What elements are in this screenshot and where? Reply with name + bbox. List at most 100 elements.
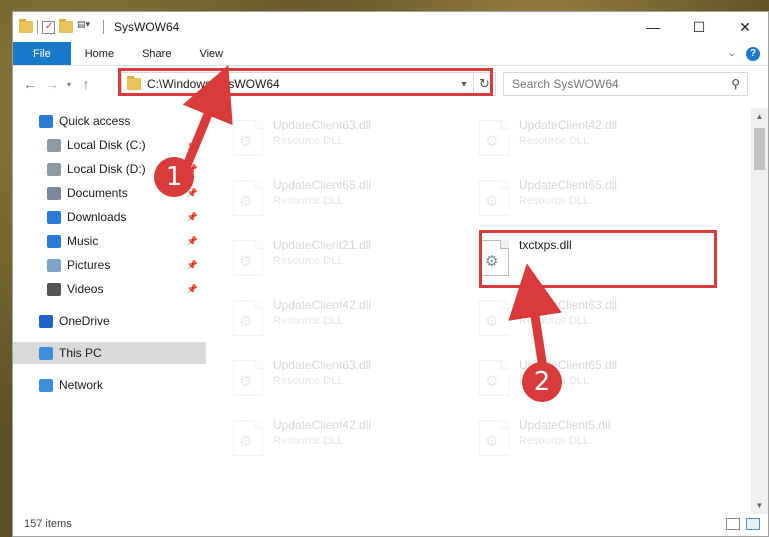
scroll-thumb[interactable]	[754, 128, 765, 170]
file-text: UpdateClient65.dll Resource DLL	[519, 174, 617, 207]
sidebar-item-label: Local Disk (C:)	[67, 138, 146, 152]
file-item[interactable]: ⚙ UpdateClient42.dll Resource DLL	[213, 294, 453, 348]
pin-icon[interactable]: 📌	[187, 260, 198, 271]
sidebar-item-network[interactable]: Network	[13, 374, 206, 396]
file-type: Resource DLL	[519, 435, 590, 447]
window-controls: — ☐ ✕	[630, 12, 768, 42]
sidebar-item-quick-access[interactable]: Quick access	[13, 110, 206, 132]
chevron-down-icon[interactable]: ▾	[455, 79, 473, 90]
gear-icon: ⚙	[239, 193, 253, 210]
tab-home[interactable]: Home	[71, 42, 128, 65]
pin-icon[interactable]: 📌	[187, 236, 198, 247]
sidebar-item-label: Music	[67, 234, 99, 248]
file-item[interactable]: ⚙ UpdateClient21.dll Resource DLL	[213, 234, 453, 288]
sidebar-item-this-pc[interactable]: This PC	[13, 342, 206, 364]
file-item[interactable]: ⚙UpdateClient65.dllResource DLL	[213, 174, 453, 228]
scroll-up-icon[interactable]: ▲	[751, 108, 768, 125]
sidebar-item-local-disk-c[interactable]: Local Disk (C:) 📌	[13, 134, 206, 156]
maximize-button[interactable]: ☐	[676, 12, 722, 42]
new-folder-icon[interactable]	[59, 19, 73, 33]
dll-file-icon: ⚙	[479, 420, 509, 456]
dll-file-icon: ⚙	[233, 360, 263, 396]
pin-icon[interactable]: 📌	[187, 284, 198, 295]
gear-icon: ⚙	[239, 133, 253, 150]
sidebar-item-label: Videos	[67, 282, 104, 296]
sidebar-item-music[interactable]: Music 📌	[13, 230, 206, 252]
item-count: 157 items	[24, 518, 72, 530]
sidebar-item-pictures[interactable]: Pictures 📌	[13, 254, 206, 276]
properties-icon[interactable]: ✓	[42, 20, 55, 34]
sidebar-item-onedrive[interactable]: OneDrive	[13, 310, 206, 332]
vertical-scrollbar[interactable]: ▲ ▼	[751, 108, 768, 514]
explorer-window: ✓ ▤▾ SysWOW64 — ☐ ✕ File Home Share View…	[12, 11, 769, 537]
gear-icon: ⚙	[485, 373, 499, 390]
tab-share[interactable]: Share	[128, 42, 185, 65]
file-item[interactable]: ⚙ UpdateClient5.dll Resource DLL	[459, 414, 699, 468]
gear-icon: ⚙	[239, 313, 253, 330]
file-name: UpdateClient42.dll	[273, 298, 372, 312]
file-text: UpdateClient63.dll Resource DLL	[273, 114, 371, 147]
tab-view[interactable]: View	[185, 42, 237, 65]
file-text: UpdateClient5.dll Resource DLL	[519, 414, 610, 447]
minimize-button[interactable]: —	[630, 12, 676, 42]
file-type: Resource DLL	[519, 135, 590, 147]
customize-qat-icon[interactable]: ▤▾	[77, 19, 95, 35]
sidebar-item-downloads[interactable]: Downloads 📌	[13, 206, 206, 228]
dll-file-icon: ⚙	[479, 120, 509, 156]
folder-icon[interactable]	[19, 19, 33, 33]
file-name: UpdateClient42.dll	[519, 118, 618, 132]
dll-file-icon: ⚙	[233, 180, 263, 216]
file-item[interactable]: ⚙ UpdateClient63.dll Resource DLL	[213, 354, 453, 408]
file-name: UpdateClient5.dll	[519, 418, 611, 432]
help-icon[interactable]: ?	[746, 46, 760, 61]
file-text: UpdateClient21.dll Resource DLL	[273, 234, 371, 267]
pin-icon[interactable]: 📌	[187, 212, 198, 223]
file-item[interactable]: ⚙ UpdateClient63.dll Resource DLL	[213, 114, 453, 168]
file-type: Resource DLL	[273, 135, 344, 147]
details-view-icon[interactable]	[726, 518, 740, 530]
dll-file-icon: ⚙	[479, 300, 509, 336]
file-type: Resource DLL	[273, 255, 344, 267]
file-name: UpdateClient21.dll	[273, 238, 372, 252]
address-bar[interactable]: C:\Windows\SysWOW64 ▾ ↻	[121, 72, 496, 96]
gear-icon: ⚙	[485, 193, 499, 210]
file-item[interactable]: ⚙UpdateClient65.dllResource DLL	[459, 354, 699, 408]
tab-file[interactable]: File	[13, 42, 71, 65]
refresh-icon[interactable]: ↻	[473, 73, 495, 95]
recent-locations-icon[interactable]: ▾	[63, 80, 75, 89]
separator	[37, 20, 38, 34]
file-list: ⚙ UpdateClient63.dll Resource DLL ⚙ UpdateCl…	[213, 108, 743, 508]
computer-icon	[39, 346, 53, 360]
sidebar-item-label: Pictures	[67, 258, 111, 272]
file-item[interactable]: ⚙ UpdateClient65.dllResource DLL	[459, 174, 699, 228]
file-item[interactable]: ⚙ UpdateClient42.dll Resource DLL	[459, 114, 699, 168]
file-item[interactable]: ⚙ UpdateClient42.dll Resource DLL	[213, 414, 453, 468]
search-icon[interactable]: ⚲	[731, 77, 740, 91]
gear-icon: ⚙	[239, 373, 253, 390]
dll-file-icon: ⚙	[233, 300, 263, 336]
close-button[interactable]: ✕	[722, 12, 768, 42]
gear-icon: ⚙	[239, 433, 253, 450]
ribbon-tabs: File Home Share View ⌄ ?	[13, 42, 768, 66]
file-highlight	[479, 230, 717, 288]
back-button[interactable]: ←	[19, 76, 41, 92]
large-icons-view-icon[interactable]	[746, 518, 760, 530]
file-type: Resource DLL	[273, 375, 344, 387]
file-item[interactable]: ⚙ UpdateClient63.dll Resource DLL	[459, 294, 699, 348]
pin-icon[interactable]: 📌	[187, 140, 198, 151]
drive-icon	[47, 138, 61, 152]
window-title: SysWOW64	[114, 20, 180, 34]
dll-file-icon: ⚙	[233, 420, 263, 456]
expand-ribbon-icon[interactable]: ⌄	[728, 48, 736, 59]
file-text: UpdateClient42.dll Resource DLL	[273, 414, 371, 447]
forward-button[interactable]: →	[41, 76, 63, 92]
sidebar-item-videos[interactable]: Videos 📌	[13, 278, 206, 300]
sidebar-item-label: Quick access	[59, 114, 131, 128]
up-button[interactable]: ↑	[75, 76, 97, 92]
sidebar-item-label: Network	[59, 378, 104, 392]
documents-icon	[47, 186, 61, 200]
file-name: UpdateClient63.dll	[273, 358, 372, 372]
search-input[interactable]: Search SysWOW64 ⚲	[503, 72, 748, 96]
file-type: Resource DLL	[273, 315, 344, 327]
address-path[interactable]: C:\Windows\SysWOW64	[147, 77, 455, 91]
